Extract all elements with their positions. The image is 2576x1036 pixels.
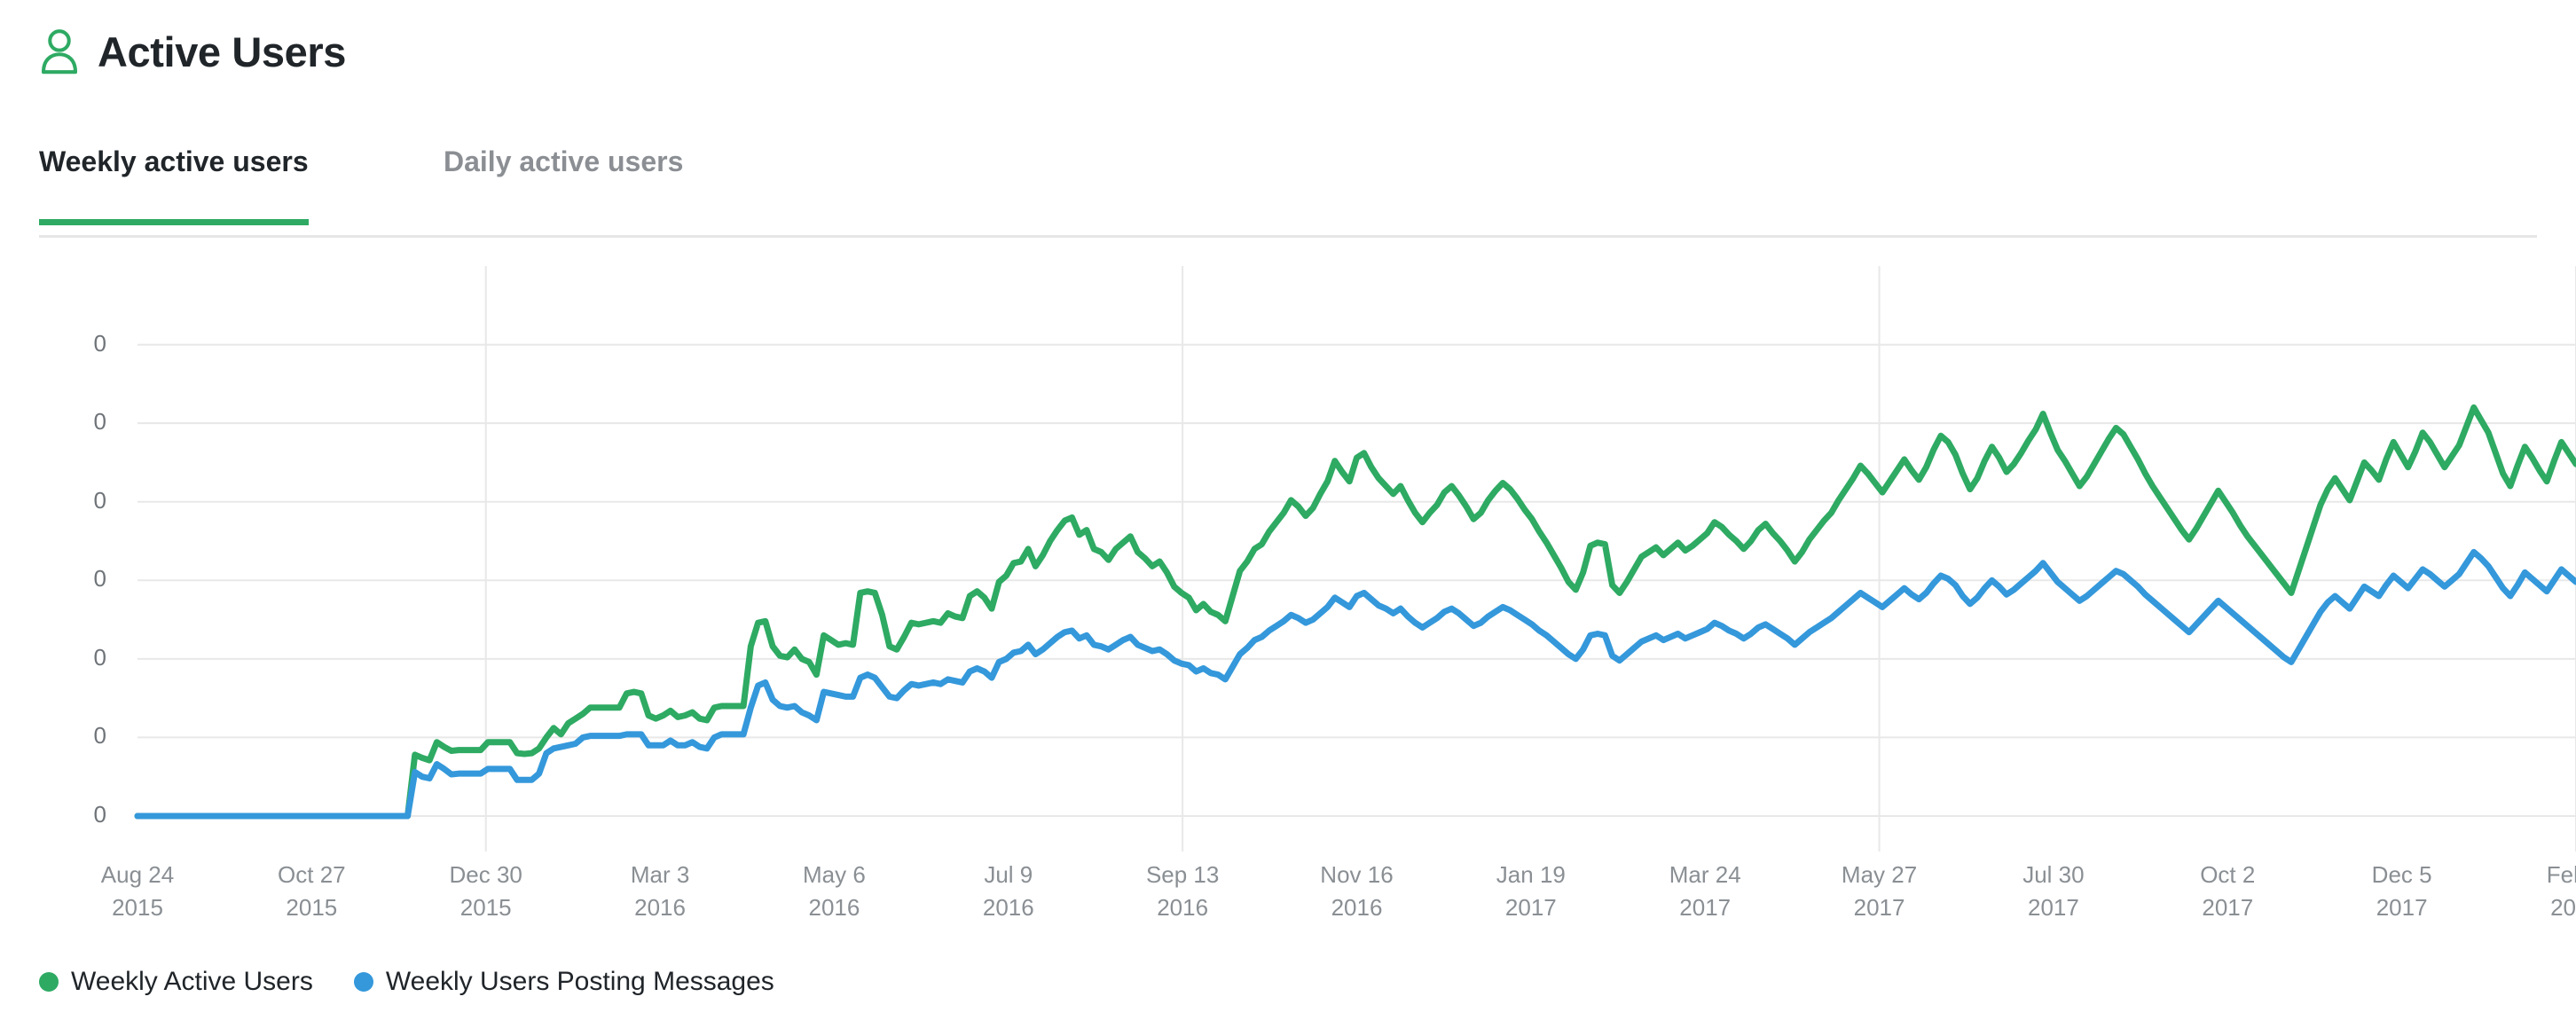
y-axis-tick-label: 0 [93, 565, 106, 593]
x-axis-tick-label: May 6 2016 [736, 859, 931, 924]
page-title: Active Users [98, 27, 346, 75]
x-axis-tick-label: Jul 9 2016 [911, 859, 1106, 924]
y-axis-tick-label: 0 [93, 408, 106, 436]
x-tick-year: 2016 [634, 893, 686, 921]
y-axis-tick-label: 0 [93, 722, 106, 750]
y-axis-tick-label: 0 [93, 486, 106, 514]
tab-daily-active-users[interactable]: Daily active users [444, 147, 683, 225]
x-tick-date: Jul 9 [984, 861, 1033, 888]
x-axis-tick-label: Mar 24 2017 [1607, 859, 1802, 924]
x-axis-tick-label: May 27 2017 [1782, 859, 1977, 924]
series-line [134, 548, 2576, 820]
x-tick-year: 2015 [112, 893, 163, 921]
page-header: Active Users [39, 28, 346, 75]
x-tick-year: 2016 [1331, 893, 1383, 921]
x-tick-date: Mar 24 [1669, 861, 1741, 888]
x-tick-date: Mar 3 [630, 861, 690, 888]
legend-label: Weekly Users Posting Messages [385, 967, 774, 996]
x-tick-year: 2017 [1504, 893, 1557, 921]
x-axis-tick-label: Feb 7 2018 [2478, 859, 2576, 924]
y-axis-tick-label: 0 [93, 643, 106, 671]
tab-bar: Weekly active users Daily active users [0, 142, 2576, 238]
x-tick-date: Feb 7 [2546, 861, 2576, 888]
legend-item-weekly-active-users[interactable]: Weekly Active Users [39, 967, 313, 997]
x-axis-tick-label: Aug 24 2015 [40, 859, 235, 924]
x-tick-year: 2015 [286, 893, 338, 921]
x-tick-year: 2016 [982, 893, 1034, 921]
x-tick-date: May 27 [1841, 861, 1918, 888]
x-tick-date: Dec 30 [449, 861, 522, 888]
x-axis-tick-label: Sep 13 2016 [1085, 859, 1280, 924]
x-tick-date: Dec 5 [2371, 861, 2432, 888]
x-tick-date: Oct 27 [278, 861, 346, 888]
chart-legend: Weekly Active Users Weekly Users Posting… [39, 967, 774, 997]
x-axis-tick-label: Jul 30 2017 [1956, 859, 2151, 924]
x-tick-year: 2017 [1679, 893, 1732, 921]
x-axis-tick-label: Jan 19 2017 [1433, 859, 1629, 924]
x-tick-year: 2016 [808, 893, 860, 921]
tab-daily-active-users-label: Daily active users [444, 145, 684, 177]
chart-container[interactable]: 0 0 0 0 0 0 0 [0, 266, 2576, 852]
y-axis-tick-label: 0 [93, 329, 106, 357]
x-axis-tick-label: Dec 30 2015 [389, 859, 584, 924]
x-tick-year: 2018 [2550, 893, 2576, 921]
user-icon [39, 28, 80, 75]
chart-series [134, 404, 2576, 820]
x-tick-date: Jan 19 [1496, 861, 1566, 888]
x-tick-year: 2017 [2376, 893, 2428, 921]
x-tick-date: Nov 16 [1320, 861, 1394, 888]
tab-active-indicator [39, 219, 309, 225]
tab-weekly-active-users[interactable]: Weekly active users [39, 147, 309, 225]
legend-label: Weekly Active Users [71, 967, 313, 996]
x-tick-year: 2015 [459, 893, 512, 921]
tab-underline-track [39, 235, 2537, 238]
x-tick-year: 2017 [2028, 893, 2079, 921]
x-tick-year: 2016 [1157, 893, 1209, 921]
legend-dot-icon [353, 972, 373, 992]
x-tick-date: May 6 [803, 861, 866, 888]
x-tick-date: Oct 2 [2200, 861, 2256, 888]
legend-dot-icon [39, 972, 59, 992]
active-users-line-chart[interactable] [0, 266, 2576, 852]
x-tick-date: Aug 24 [100, 861, 175, 888]
y-axis-tick-label: 0 [93, 801, 106, 828]
x-axis-tick-label: Mar 3 2016 [562, 859, 758, 924]
legend-item-weekly-users-posting-messages[interactable]: Weekly Users Posting Messages [353, 967, 774, 997]
x-tick-date: Jul 30 [2022, 861, 2085, 888]
x-axis-tick-labels: Aug 24 2015 Oct 27 2015 Dec 30 2015 Mar 3 2016 M… [0, 859, 2576, 938]
active-users-page: Active Users Weekly active users Daily a… [0, 0, 2576, 1036]
x-tick-year: 2017 [2202, 893, 2254, 921]
x-axis-tick-label: Dec 5 2017 [2305, 859, 2500, 924]
x-axis-tick-label: Oct 2 2017 [2130, 859, 2325, 924]
horizontal-gridlines [137, 343, 2576, 817]
tab-weekly-active-users-label: Weekly active users [39, 145, 309, 177]
x-axis-tick-label: Oct 27 2015 [214, 859, 409, 924]
x-axis-tick-label: Nov 16 2016 [1260, 859, 1455, 924]
x-tick-date: Sep 13 [1145, 861, 1220, 888]
x-tick-year: 2017 [1853, 893, 1905, 921]
